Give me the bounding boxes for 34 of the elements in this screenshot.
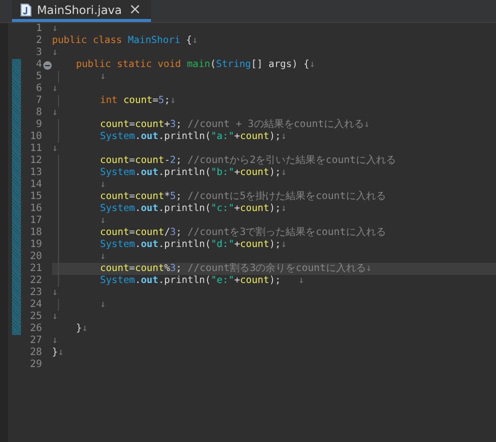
- line-number: 11: [28, 143, 42, 155]
- line-number: 16: [28, 203, 42, 215]
- editor-tab[interactable]: MainShori.java ×: [12, 0, 152, 22]
- line-number: 3: [34, 47, 42, 59]
- line-number: 20: [28, 251, 42, 263]
- line-number: 17: [28, 215, 42, 227]
- line-number: 6: [34, 83, 42, 95]
- line-number: 12: [28, 155, 42, 167]
- line-number: 25: [28, 311, 42, 323]
- line-number: 24: [28, 299, 42, 311]
- line-number: 21: [28, 263, 42, 275]
- line-number: 27: [28, 335, 42, 347]
- line-number: 13: [28, 167, 42, 179]
- line-number: 7: [34, 95, 42, 107]
- line-number: 22: [28, 275, 42, 287]
- close-button[interactable]: ×: [126, 2, 144, 17]
- line-number: 28: [28, 347, 42, 359]
- line-number: 23: [28, 287, 42, 299]
- line-number: 9: [34, 119, 42, 131]
- tab-title: MainShori.java: [37, 2, 122, 16]
- line-number: 15: [28, 191, 42, 203]
- line-number: 8: [34, 107, 42, 119]
- line-number: 14: [28, 179, 42, 191]
- line-number: 26: [28, 323, 42, 335]
- line-number: 18: [28, 227, 42, 239]
- line-number: 2: [34, 35, 42, 47]
- line-number: 10: [28, 131, 42, 143]
- collapse-icon[interactable]: [42, 60, 52, 70]
- line-number: 5: [34, 71, 42, 83]
- line-number: 4: [34, 59, 42, 71]
- line-number: 19: [28, 239, 42, 251]
- java-file-icon: [20, 2, 32, 16]
- line-number: 1: [34, 23, 42, 35]
- line-number: 29: [28, 359, 42, 371]
